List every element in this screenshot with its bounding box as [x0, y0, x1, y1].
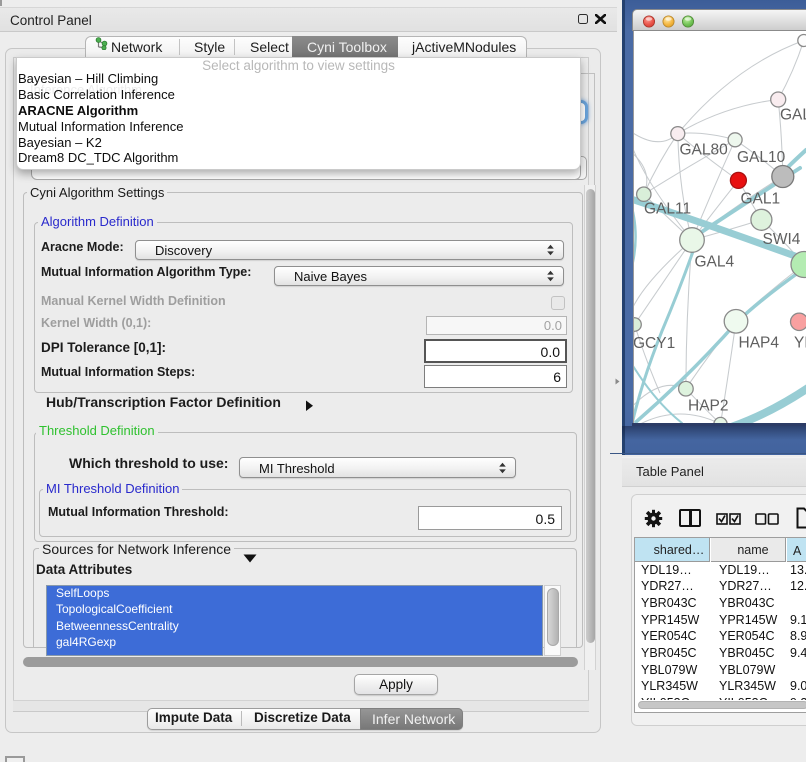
svg-text:YE: YE [794, 335, 806, 352]
svg-text:HAP2: HAP2 [688, 397, 729, 414]
svg-text:GAL80: GAL80 [680, 142, 729, 159]
svg-text:GCY1: GCY1 [634, 335, 675, 352]
svg-text:HAP4: HAP4 [739, 335, 780, 352]
svg-text:GAL2: GAL2 [780, 107, 806, 124]
svg-text:GAL4: GAL4 [695, 254, 735, 271]
svg-text:SWI4: SWI4 [763, 231, 801, 248]
svg-text:GAL10: GAL10 [737, 149, 786, 166]
svg-text:GAL1: GAL1 [741, 190, 781, 207]
svg-text:GAL11: GAL11 [644, 201, 691, 218]
